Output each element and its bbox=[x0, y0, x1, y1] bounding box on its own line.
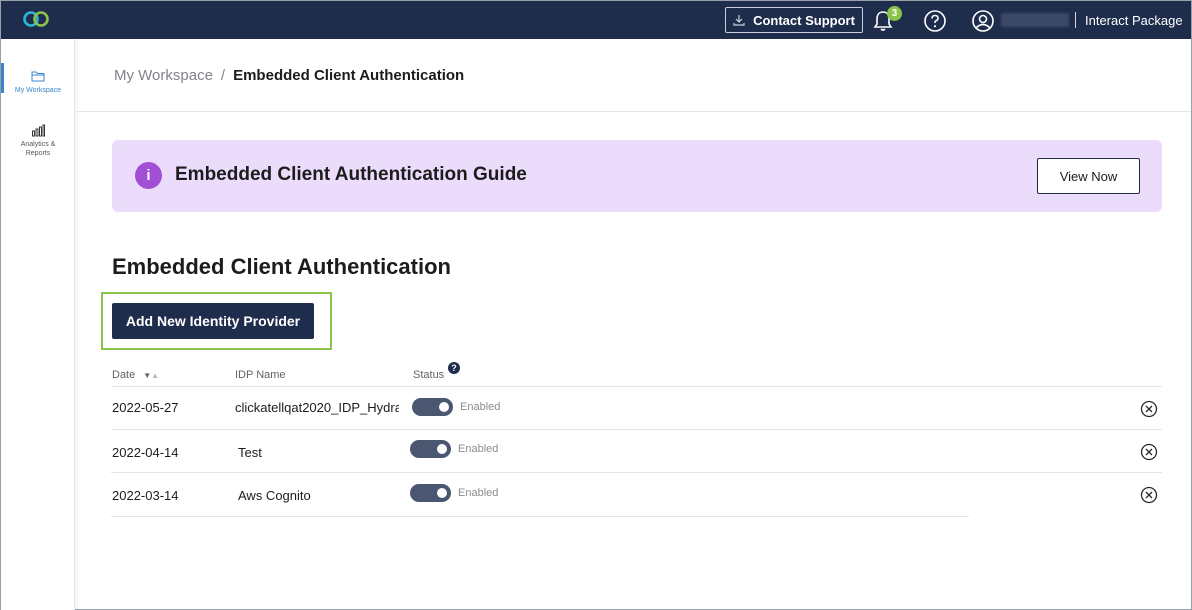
top-navigation-bar: Contact Support 3 Interact Package bbox=[1, 1, 1191, 39]
package-name: Interact Package bbox=[1085, 13, 1183, 28]
table-cell-date: 2022-05-27 bbox=[112, 400, 179, 415]
user-name-redacted[interactable] bbox=[1001, 13, 1069, 27]
contact-support-button[interactable]: Contact Support bbox=[725, 7, 863, 33]
info-icon: i bbox=[135, 162, 162, 189]
banner-title: Embedded Client Authentication Guide bbox=[175, 164, 527, 185]
breadcrumb: My Workspace / Embedded Client Authentic… bbox=[114, 67, 464, 84]
status-toggle[interactable] bbox=[412, 398, 453, 416]
delete-icon[interactable] bbox=[1140, 486, 1158, 504]
add-new-identity-provider-button[interactable]: Add New Identity Provider bbox=[112, 303, 314, 339]
breadcrumb-current-page: Embedded Client Authentication bbox=[233, 67, 465, 84]
status-toggle[interactable] bbox=[410, 484, 451, 502]
table-row-divider bbox=[111, 429, 1162, 430]
column-header-status: Status bbox=[413, 369, 445, 381]
status-help-icon[interactable]: ? bbox=[448, 362, 460, 374]
analytics-icon bbox=[32, 124, 45, 137]
notification-count-badge: 3 bbox=[887, 6, 902, 21]
user-avatar-icon[interactable] bbox=[971, 9, 995, 33]
column-header-label: Date bbox=[112, 369, 136, 381]
app-logo-icon[interactable] bbox=[21, 9, 51, 29]
view-now-button[interactable]: View Now bbox=[1037, 158, 1140, 194]
status-label: Enabled bbox=[458, 487, 499, 499]
folder-icon bbox=[31, 71, 45, 82]
sidebar-item-analytics-reports[interactable]: Analytics & Reports bbox=[1, 123, 75, 158]
header-divider bbox=[1075, 12, 1076, 28]
table-cell-idp-name: Test bbox=[238, 445, 262, 460]
guide-banner: i Embedded Client Authentication Guide V… bbox=[112, 140, 1162, 212]
sort-icon[interactable]: ▼▲ bbox=[143, 371, 159, 380]
breadcrumb-workspace-link[interactable]: My Workspace bbox=[114, 67, 213, 84]
table-cell-date: 2022-04-14 bbox=[112, 445, 179, 460]
status-toggle[interactable] bbox=[410, 440, 451, 458]
delete-icon[interactable] bbox=[1140, 443, 1158, 461]
sidebar: My Workspace Analytics & Reports bbox=[1, 39, 75, 610]
download-icon bbox=[733, 15, 745, 26]
table-cell-idp-name: Aws Cognito bbox=[238, 488, 311, 503]
contact-support-label: Contact Support bbox=[753, 12, 855, 28]
status-label: Enabled bbox=[460, 401, 501, 413]
table-cell-idp-name: clickatellqat2020_IDP_Hydra bbox=[235, 400, 399, 415]
column-header-date[interactable]: Date ▼▲ bbox=[112, 369, 159, 381]
table-cell-date: 2022-03-14 bbox=[112, 488, 179, 503]
column-header-idp-name: IDP Name bbox=[235, 369, 286, 381]
sidebar-item-label: Analytics & Reports bbox=[20, 141, 56, 157]
sidebar-item-label: My Workspace bbox=[14, 87, 62, 94]
help-icon[interactable] bbox=[923, 9, 947, 33]
sidebar-item-my-workspace[interactable]: My Workspace bbox=[1, 63, 75, 95]
breadcrumb-separator: / bbox=[220, 67, 226, 84]
delete-icon[interactable] bbox=[1140, 400, 1158, 418]
status-label: Enabled bbox=[458, 443, 499, 455]
header-divider-line bbox=[76, 111, 1191, 112]
table-row-divider bbox=[111, 472, 1162, 473]
page-title: Embedded Client Authentication bbox=[112, 254, 451, 279]
table-header-divider bbox=[111, 386, 1162, 387]
table-row-divider bbox=[111, 516, 969, 517]
